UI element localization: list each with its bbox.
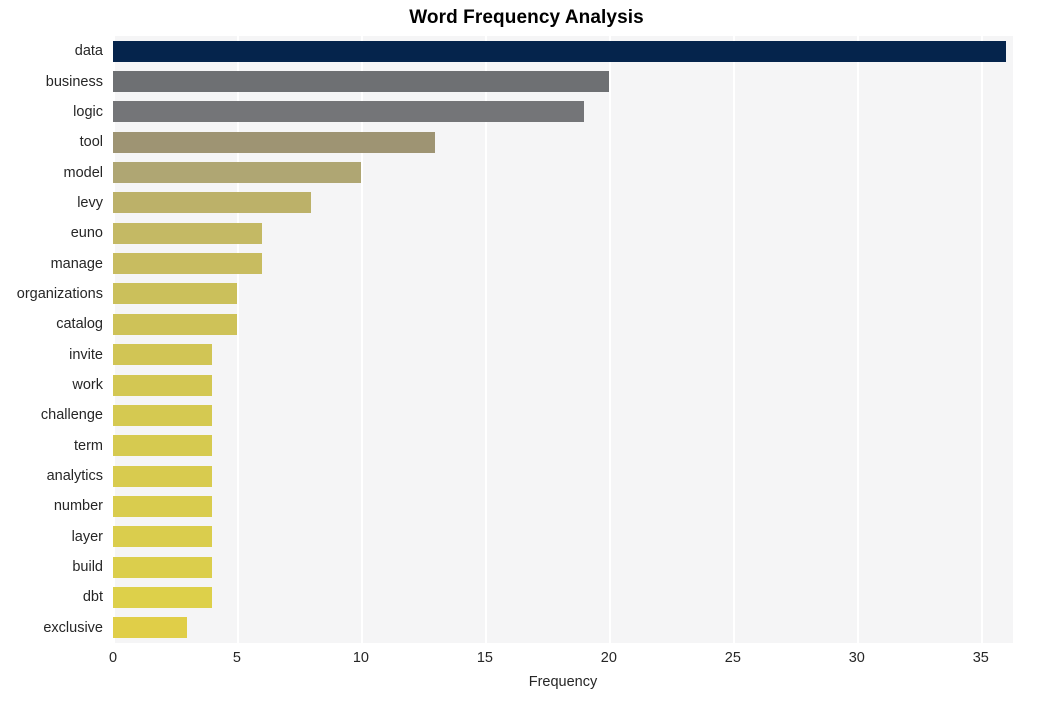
y-axis-tick-label: dbt — [82, 589, 103, 606]
bar-row — [113, 248, 1013, 278]
bar-row — [113, 582, 1013, 612]
y-axis-tick-label: work — [72, 377, 103, 394]
y-axis-tick-label: layer — [71, 528, 103, 545]
bar-row — [113, 127, 1013, 157]
y-axis-tick-label: model — [63, 164, 104, 181]
bar-row — [113, 491, 1013, 521]
bar[interactable] — [113, 435, 213, 457]
y-axis-tick-label: levy — [77, 194, 103, 211]
y-axis-tick-label: logic — [73, 103, 103, 120]
y-axis-tick-labels: data business logic tool model levy euno manage… — [0, 36, 113, 643]
bar-row — [113, 218, 1013, 248]
chart-title: Word Frequency Analysis — [409, 7, 644, 28]
y-axis-tick-label: invite — [69, 346, 103, 363]
bar-row — [113, 431, 1013, 461]
plot-area — [113, 36, 1013, 643]
bar-row — [113, 279, 1013, 309]
bar[interactable] — [113, 344, 213, 366]
bar[interactable] — [113, 556, 213, 578]
bar[interactable] — [113, 222, 262, 244]
bar[interactable] — [113, 526, 213, 548]
bar-row — [113, 97, 1013, 127]
x-axis-tick-label: 15 — [476, 650, 493, 666]
y-axis-tick-label: term — [74, 437, 103, 454]
y-axis-tick-label: build — [72, 559, 103, 576]
bar[interactable] — [113, 617, 188, 639]
bar[interactable] — [113, 101, 585, 123]
x-axis-tick-label: 30 — [848, 650, 865, 666]
y-axis-tick-label: manage — [50, 255, 103, 272]
y-axis-tick-label: challenge — [40, 407, 103, 424]
bar-row — [113, 157, 1013, 187]
x-axis-tick-label: 25 — [724, 650, 741, 666]
bar[interactable] — [113, 404, 213, 426]
y-axis-tick-label: number — [53, 498, 103, 515]
bar-row — [113, 522, 1013, 552]
y-axis-tick-label: euno — [70, 225, 103, 242]
bar[interactable] — [113, 495, 213, 517]
bar[interactable] — [113, 131, 436, 153]
bar-row — [113, 36, 1013, 66]
bar[interactable] — [113, 71, 609, 93]
y-axis-tick-label: organizations — [16, 285, 103, 302]
bar-row — [113, 188, 1013, 218]
bar[interactable] — [113, 162, 361, 184]
chart-figure: Word Frequency Analysis data business logi… — [0, 0, 1053, 701]
bar[interactable] — [113, 40, 1006, 62]
x-axis-tick-label: 35 — [972, 650, 989, 666]
bar[interactable] — [113, 283, 237, 305]
y-axis-tick-label: exclusive — [43, 619, 103, 636]
x-axis-tick-label: 0 — [108, 650, 118, 666]
bar[interactable] — [113, 253, 262, 275]
bar[interactable] — [113, 465, 213, 487]
y-axis-tick-label: tool — [79, 134, 103, 151]
bar-row — [113, 309, 1013, 339]
bar-row — [113, 340, 1013, 370]
bar-row — [113, 552, 1013, 582]
bar-row — [113, 400, 1013, 430]
bar[interactable] — [113, 586, 213, 608]
y-axis-tick-label: analytics — [46, 468, 103, 485]
y-axis-tick-label: data — [74, 43, 103, 60]
bar-row — [113, 613, 1013, 643]
x-axis-tick-label: 10 — [352, 650, 369, 666]
bar-row — [113, 66, 1013, 96]
x-axis-tick-label: 20 — [600, 650, 617, 666]
x-axis-tick-label: 5 — [232, 650, 241, 666]
bar[interactable] — [113, 192, 312, 214]
x-axis-tick-labels: 0 5 10 15 20 25 30 35 — [109, 643, 1013, 673]
x-axis-title: Frequency — [528, 674, 598, 690]
bar[interactable] — [113, 374, 213, 396]
y-axis-tick-label: business — [45, 73, 103, 90]
bar[interactable] — [113, 313, 237, 335]
bar-row — [113, 461, 1013, 491]
y-axis-tick-label: catalog — [56, 316, 103, 333]
bar-row — [113, 370, 1013, 400]
